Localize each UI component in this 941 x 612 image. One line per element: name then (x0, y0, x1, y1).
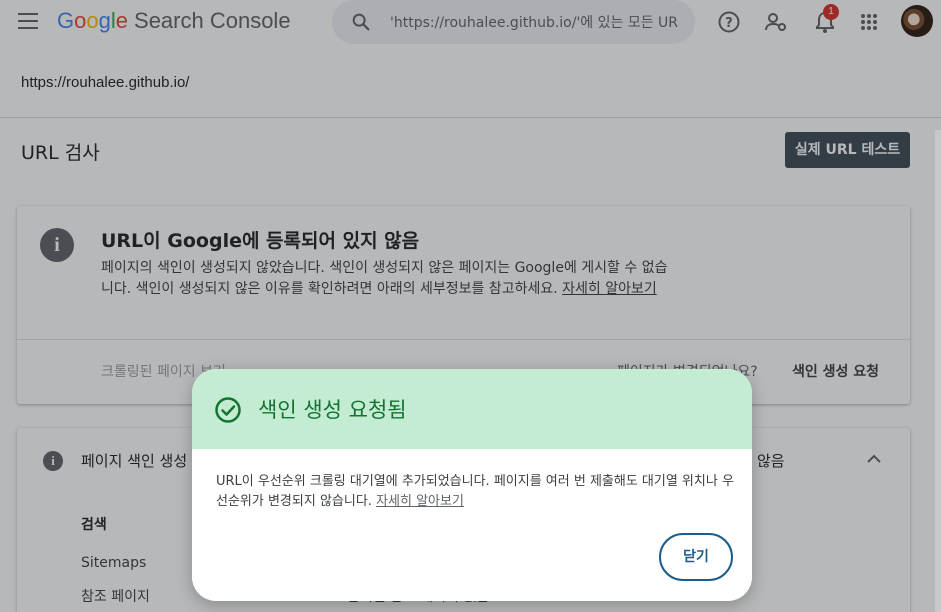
dialog-body-text: URL이 우선순위 크롤링 대기열에 추가되었습니다. 페이지를 여러 번 제출… (216, 474, 734, 509)
indexing-requested-dialog: 색인 생성 요청됨 URL이 우선순위 크롤링 대기열에 추가되었습니다. 페이… (192, 369, 752, 601)
close-button[interactable]: 닫기 (659, 533, 733, 581)
dialog-header: 색인 생성 요청됨 (192, 369, 752, 449)
dialog-learn-more-link[interactable]: 자세히 알아보기 (376, 494, 464, 509)
dialog-body: URL이 우선순위 크롤링 대기열에 추가되었습니다. 페이지를 여러 번 제출… (216, 472, 734, 512)
dialog-title: 색인 생성 요청됨 (258, 398, 407, 422)
scrollbar[interactable] (935, 130, 941, 612)
check-circle-icon (215, 397, 241, 423)
